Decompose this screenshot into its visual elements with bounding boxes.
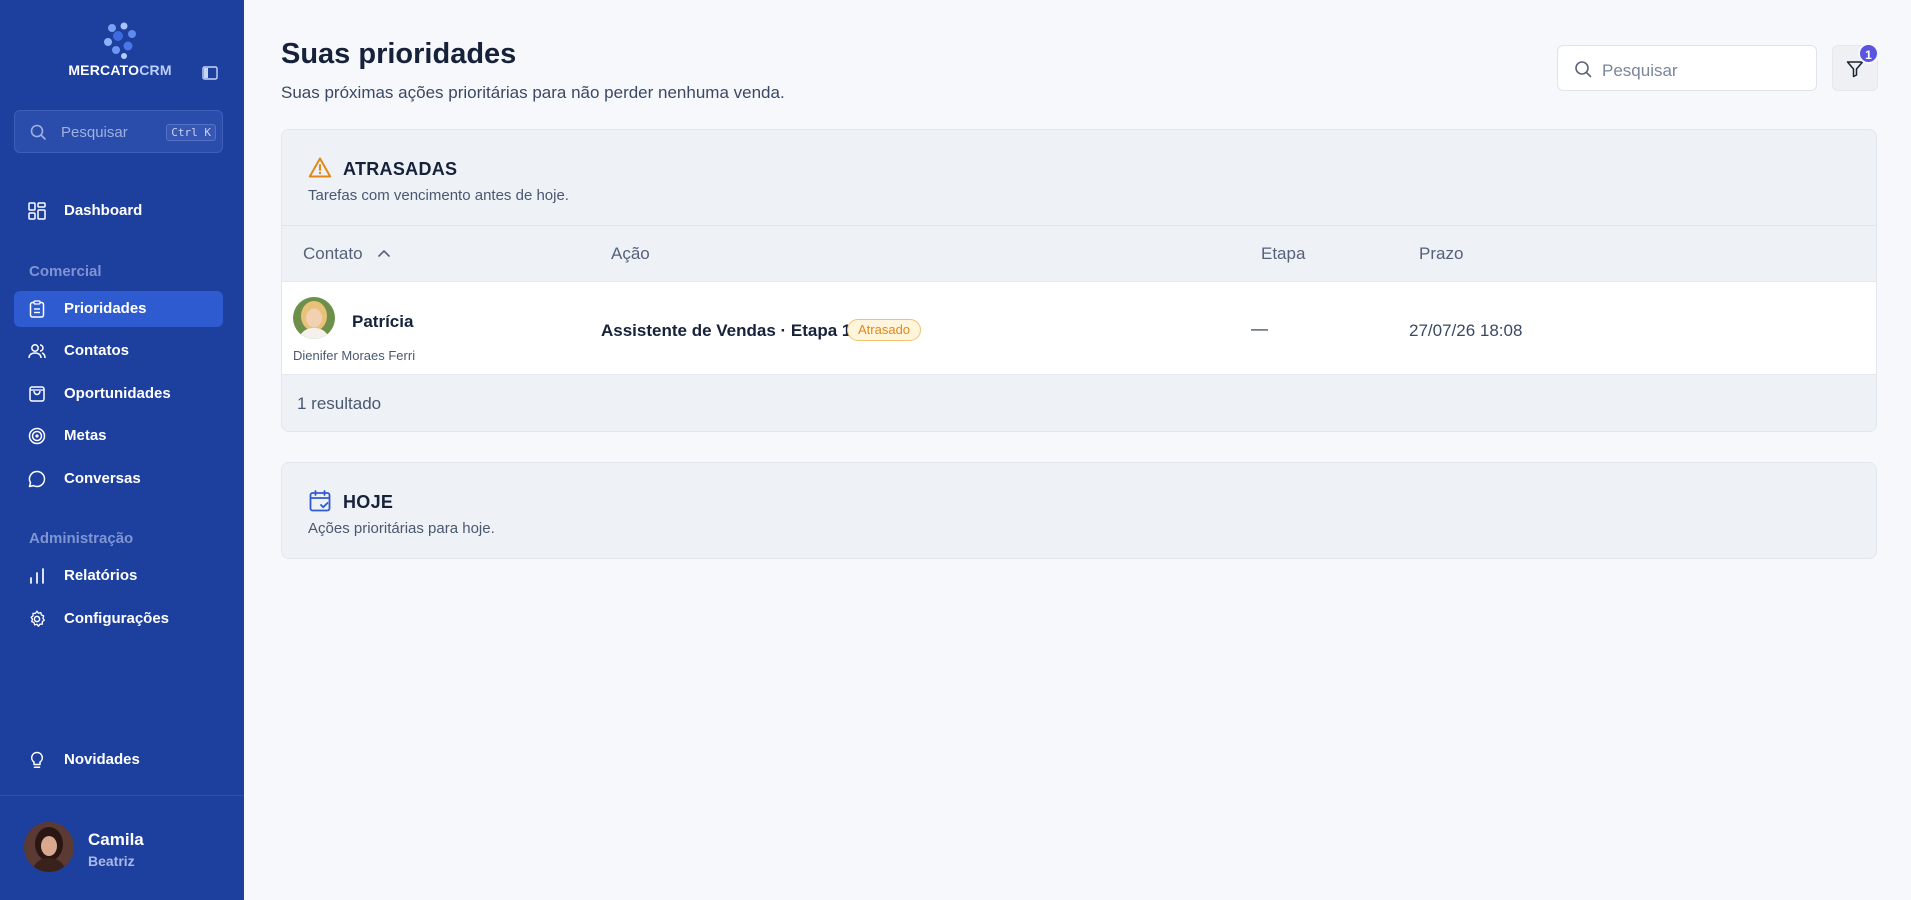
sidebar-item-label: Relatórios bbox=[64, 567, 138, 584]
warning-icon bbox=[308, 157, 332, 178]
logo-mark-icon bbox=[104, 22, 136, 59]
section-label-administracao: Administração bbox=[29, 530, 134, 547]
users-icon bbox=[28, 344, 46, 359]
page-subtitle: Suas próximas ações prioritárias para nã… bbox=[281, 83, 785, 102]
sidebar-item-oportunidades[interactable]: Oportunidades bbox=[14, 376, 223, 412]
shopping-bag-icon bbox=[29, 386, 45, 402]
brand-name: MERCATOCRM bbox=[68, 62, 172, 78]
bar-chart-icon bbox=[30, 568, 44, 584]
sidebar-item-dashboard[interactable]: Dashboard bbox=[14, 193, 223, 229]
search-placeholder: Pesquisar bbox=[1602, 61, 1678, 80]
sidebar-divider bbox=[0, 795, 244, 796]
sidebar-item-contatos[interactable]: Contatos bbox=[14, 333, 223, 369]
sidebar-item-label: Metas bbox=[64, 427, 107, 444]
sidebar-item-novidades[interactable]: Novidades bbox=[14, 742, 223, 778]
contact-name[interactable]: Patrícia bbox=[352, 312, 413, 332]
status-badge: Atrasado bbox=[847, 319, 922, 341]
sidebar-toggle-icon[interactable] bbox=[202, 66, 218, 80]
stage-value: — bbox=[1251, 319, 1268, 338]
result-count: 1 resultado bbox=[297, 394, 382, 413]
user-name: Camila bbox=[88, 830, 144, 849]
sidebar-item-label: Configurações bbox=[64, 610, 170, 627]
overdue-card: ATRASADAS Tarefas com vencimento antes d… bbox=[281, 129, 1877, 432]
overdue-title: ATRASADAS bbox=[343, 159, 458, 179]
clipboard-icon bbox=[29, 300, 45, 318]
calendar-check-icon bbox=[309, 490, 331, 512]
sidebar: MERCATOCRM Pesquisar Ctrl K Dashboard Co… bbox=[0, 0, 244, 900]
filter-icon bbox=[1846, 61, 1864, 78]
sidebar-item-conversas[interactable]: Conversas bbox=[14, 461, 223, 497]
today-description: Ações prioritárias para hoje. bbox=[308, 520, 495, 537]
avatar bbox=[24, 822, 74, 872]
column-header-prazo[interactable]: Prazo bbox=[1419, 244, 1463, 264]
target-icon bbox=[28, 427, 46, 445]
today-title: HOJE bbox=[343, 492, 394, 512]
user-subtitle: Beatriz bbox=[88, 853, 135, 869]
action-text[interactable]: Assistente de Vendas · Etapa 1 bbox=[601, 321, 851, 341]
search-input[interactable]: Pesquisar bbox=[1557, 45, 1817, 91]
brand-logo[interactable]: MERCATOCRM bbox=[60, 22, 180, 82]
sidebar-item-label: Prioridades bbox=[64, 300, 147, 317]
gear-icon bbox=[30, 610, 45, 627]
sidebar-item-label: Novidades bbox=[64, 751, 140, 768]
sidebar-search-placeholder: Pesquisar bbox=[61, 124, 128, 141]
sidebar-item-prioridades[interactable]: Prioridades bbox=[14, 291, 223, 327]
sidebar-item-relatorios[interactable]: Relatórios bbox=[14, 558, 223, 594]
due-date: 27/07/26 18:08 bbox=[1409, 321, 1523, 340]
column-header-acao[interactable]: Ação bbox=[611, 244, 650, 264]
search-icon bbox=[1575, 61, 1592, 78]
sidebar-item-label: Oportunidades bbox=[64, 385, 171, 402]
user-profile[interactable]: Camila Beatriz bbox=[24, 822, 224, 876]
lightbulb-icon bbox=[30, 751, 44, 769]
today-card: HOJE Ações prioritárias para hoje. bbox=[281, 462, 1877, 559]
table-row[interactable]: Patrícia Dienifer Moraes Ferri Assistent… bbox=[282, 281, 1876, 375]
column-header-contato[interactable]: Contato bbox=[303, 244, 391, 264]
sidebar-search[interactable]: Pesquisar Ctrl K bbox=[14, 110, 223, 153]
overdue-description: Tarefas com vencimento antes de hoje. bbox=[308, 187, 569, 204]
page-title: Suas prioridades bbox=[281, 38, 517, 70]
sidebar-item-metas[interactable]: Metas bbox=[14, 418, 223, 454]
column-header-etapa[interactable]: Etapa bbox=[1261, 244, 1305, 264]
table-header: Contato Ação Etapa Prazo bbox=[282, 225, 1876, 281]
dashboard-icon bbox=[28, 202, 46, 220]
contact-avatar bbox=[293, 297, 335, 339]
contact-owner: Dienifer Moraes Ferri bbox=[293, 348, 416, 363]
sidebar-item-configuracoes[interactable]: Configurações bbox=[14, 601, 223, 637]
section-label-comercial: Comercial bbox=[29, 263, 102, 280]
sidebar-item-label: Dashboard bbox=[64, 202, 143, 219]
shortcut-hint: Ctrl K bbox=[166, 124, 216, 141]
chat-icon bbox=[28, 470, 46, 488]
sort-ascending-icon bbox=[378, 250, 391, 257]
sidebar-item-label: Contatos bbox=[64, 342, 129, 359]
filter-count-badge: 1 bbox=[1858, 43, 1879, 64]
search-icon bbox=[30, 124, 46, 140]
sidebar-item-label: Conversas bbox=[64, 470, 141, 487]
